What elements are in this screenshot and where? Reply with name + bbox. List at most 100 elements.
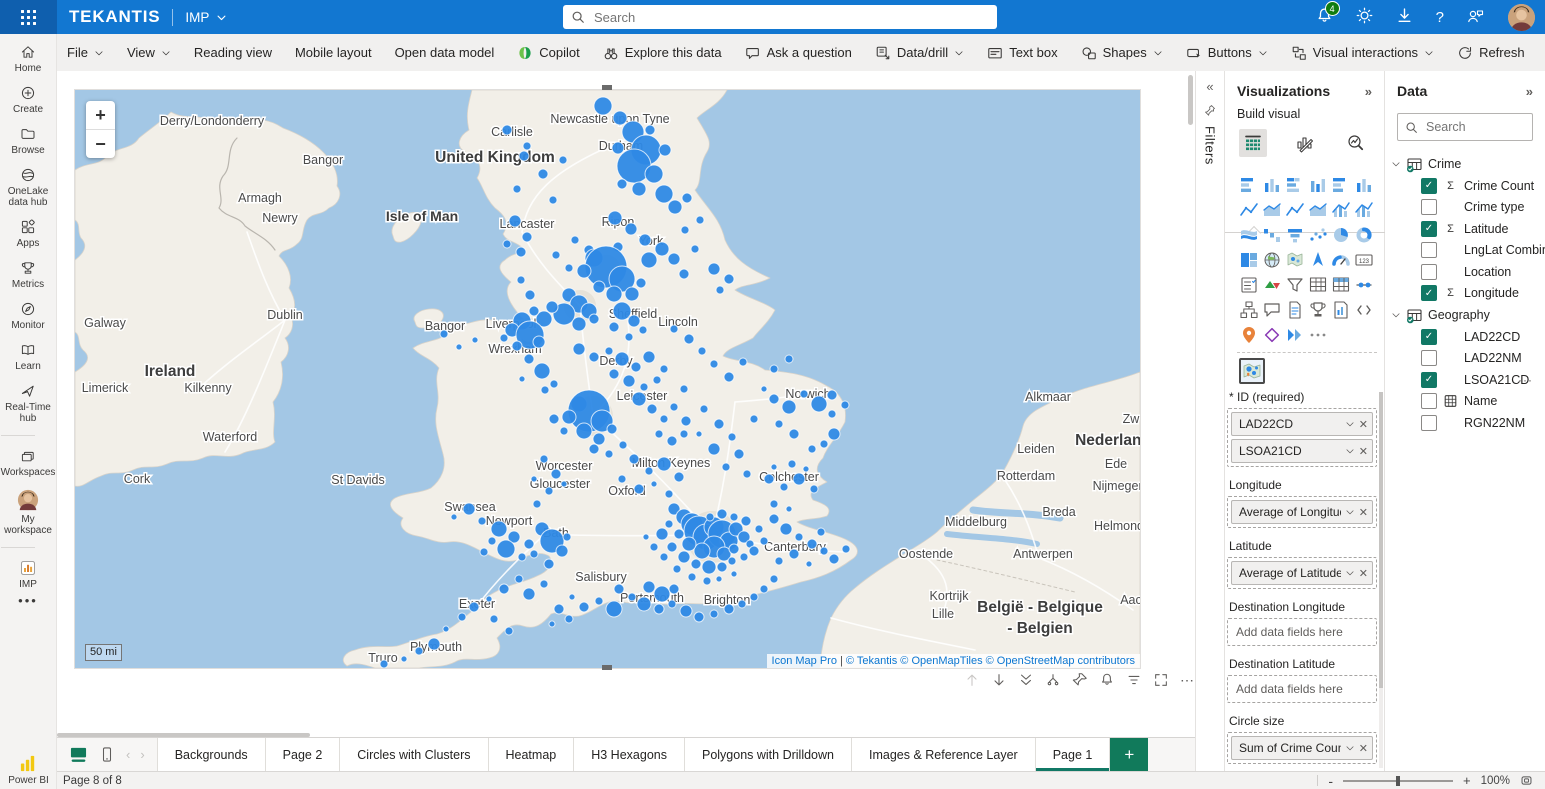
field-checkbox[interactable] <box>1421 415 1437 431</box>
sidebar-item-monitor[interactable]: Monitor <box>1 301 56 331</box>
sidebar-item-onelake-data-hub[interactable]: OneLake data hub <box>1 167 56 208</box>
attribution-link[interactable]: Icon Map Pro <box>772 655 837 667</box>
zoom-out-button[interactable]: - <box>1328 773 1333 789</box>
visual-resize-handle-bottom[interactable] <box>602 665 612 670</box>
field-checkbox[interactable]: ✓ <box>1421 372 1437 388</box>
ribbon-item-ask-a-question[interactable]: Ask a question <box>745 45 852 61</box>
remove-field-icon[interactable]: ✕ <box>1359 445 1368 458</box>
custom-visual-icon-map-pro[interactable] <box>1239 358 1265 384</box>
visual-type-arrow-icon[interactable] <box>1306 247 1329 272</box>
well-dropzone[interactable]: Average of Longitude✕ <box>1227 496 1377 528</box>
double-down-icon[interactable] <box>1018 672 1034 688</box>
field-checkbox[interactable]: ✓ <box>1421 285 1437 301</box>
pin-small-icon[interactable] <box>1072 672 1088 688</box>
page-tab-polygons-with-drilldown[interactable]: Polygons with Drilldown <box>685 738 852 771</box>
ribbon-item-reading-view[interactable]: Reading view <box>194 45 272 60</box>
visual-type-report-icon[interactable] <box>1329 297 1352 322</box>
visual-type-code-icon[interactable] <box>1352 297 1375 322</box>
visual-type-area-icon[interactable] <box>1260 197 1283 222</box>
visual-type-waterfall-icon[interactable] <box>1260 222 1283 247</box>
data-search[interactable] <box>1397 113 1533 141</box>
visual-type-dotsg-icon[interactable] <box>1306 322 1329 347</box>
attribution-link[interactable]: © OpenStreetMap contributors <box>983 655 1135 667</box>
collapse-data-button[interactable]: » <box>1526 84 1533 99</box>
ribbon-item-shapes[interactable]: Shapes <box>1081 45 1163 61</box>
arrow-down-icon[interactable] <box>991 672 1007 688</box>
visual-type-bolt-icon[interactable] <box>1283 322 1306 347</box>
ribbon-item-text-box[interactable]: Text box <box>987 45 1057 61</box>
remove-field-icon[interactable]: ✕ <box>1359 506 1368 519</box>
sidebar-item-home[interactable]: Home <box>1 44 56 74</box>
add-page-button[interactable]: + <box>1110 738 1148 771</box>
visual-type-line-icon[interactable] <box>1237 197 1260 222</box>
field-pill[interactable]: Average of Longitude✕ <box>1231 500 1373 524</box>
visual-type-treemap-icon[interactable] <box>1237 247 1260 272</box>
well-dropzone[interactable]: Sum of Crime Count✕ <box>1227 732 1377 764</box>
visual-type-combo-icon[interactable] <box>1352 197 1375 222</box>
well-dropzone-empty[interactable]: Add data fields here <box>1227 618 1377 646</box>
sidebar-item-create[interactable]: Create <box>1 85 56 115</box>
field-row-rgn22nm[interactable]: RGN22NM <box>1391 412 1541 434</box>
ribbon-item-view[interactable]: View <box>127 45 171 60</box>
user-avatar[interactable] <box>1508 4 1535 31</box>
chevron-down-icon[interactable] <box>1345 507 1355 517</box>
visual-type-filterk-icon[interactable] <box>1283 272 1306 297</box>
attribution-link[interactable]: © Tekantis <box>846 655 897 667</box>
field-checkbox[interactable] <box>1421 350 1437 366</box>
field-checkbox[interactable] <box>1421 199 1437 215</box>
visual-type-card-icon[interactable]: 123 <box>1352 247 1375 272</box>
zoom-slider-thumb[interactable] <box>1396 776 1400 786</box>
drill-fork-icon[interactable] <box>1045 672 1061 688</box>
field-checkbox[interactable]: ✓ <box>1421 329 1437 345</box>
visual-type-matrix-icon[interactable] <box>1329 272 1352 297</box>
field-checkbox[interactable] <box>1421 264 1437 280</box>
visual-type-area-icon[interactable] <box>1306 197 1329 222</box>
ribbon-item-copilot[interactable]: Copilot <box>517 45 579 61</box>
visual-type-combo-icon[interactable] <box>1329 197 1352 222</box>
sidebar-item-learn[interactable]: Learn <box>1 342 56 372</box>
visualizations-scrollbar[interactable] <box>1379 392 1383 768</box>
visual-type-pin2-icon[interactable] <box>1237 322 1260 347</box>
field-checkbox[interactable]: ✓ <box>1421 178 1437 194</box>
well-dropzone[interactable]: LAD22CD✕LSOA21CD✕ <box>1227 408 1377 467</box>
visual-type-diamond-icon[interactable] <box>1260 322 1283 347</box>
field-row-crime-type[interactable]: Crime type <box>1391 197 1541 219</box>
visual-type-doc-icon[interactable] <box>1283 297 1306 322</box>
filters-pane-title[interactable]: Filters <box>1203 126 1218 165</box>
visual-type-barv-icon[interactable] <box>1260 172 1283 197</box>
field-row-lnglat-combin-[interactable]: LngLat Combin... <box>1391 240 1541 262</box>
web-view-icon[interactable] <box>69 746 88 763</box>
chevron-down-icon[interactable] <box>1345 568 1355 578</box>
chevron-down-icon[interactable] <box>1391 310 1401 320</box>
feedback-button[interactable] <box>1467 7 1485 28</box>
field-pill[interactable]: Sum of Crime Count✕ <box>1231 736 1373 760</box>
visual-type-barv-icon[interactable] <box>1352 172 1375 197</box>
visual-type-trophy-icon[interactable] <box>1306 297 1329 322</box>
global-search[interactable] <box>563 5 997 29</box>
ribbon-item-mobile-layout[interactable]: Mobile layout <box>295 45 372 60</box>
sidebar-item-imp[interactable]: IMP <box>1 560 56 590</box>
field-row-location[interactable]: Location <box>1391 261 1541 283</box>
remove-field-icon[interactable]: ✕ <box>1359 742 1368 755</box>
help-button[interactable]: ? <box>1436 10 1444 25</box>
chevron-down-icon[interactable] <box>1345 419 1355 429</box>
visual-type-slicer-icon[interactable] <box>1237 272 1260 297</box>
focus-icon[interactable] <box>1153 672 1169 688</box>
ribbon-item-open-data-model[interactable]: Open data model <box>395 45 495 60</box>
visual-type-barh-icon[interactable] <box>1329 172 1352 197</box>
sidebar-item-my-workspace[interactable]: My workspace <box>1 489 56 536</box>
visual-type-chatb-icon[interactable] <box>1260 297 1283 322</box>
zoom-in-button[interactable]: + <box>1463 773 1471 788</box>
chevron-down-icon[interactable] <box>1391 159 1401 169</box>
page-tab-backgrounds[interactable]: Backgrounds <box>158 738 266 771</box>
field-checkbox[interactable] <box>1421 393 1437 409</box>
ribbon-item-visual-interactions[interactable]: Visual interactions <box>1291 45 1434 61</box>
tab-build-visual[interactable] <box>1239 129 1267 157</box>
collapse-visualizations-button[interactable]: » <box>1365 84 1372 99</box>
sidebar-item-real-time-hub[interactable]: Real-Time hub <box>1 383 56 424</box>
attribution-link[interactable]: © OpenMapTiles <box>897 655 982 667</box>
field-checkbox[interactable] <box>1421 242 1437 258</box>
data-search-input[interactable] <box>1424 119 1545 135</box>
visual-type-barh-icon[interactable] <box>1237 172 1260 197</box>
app-launcher-button[interactable] <box>0 0 57 34</box>
